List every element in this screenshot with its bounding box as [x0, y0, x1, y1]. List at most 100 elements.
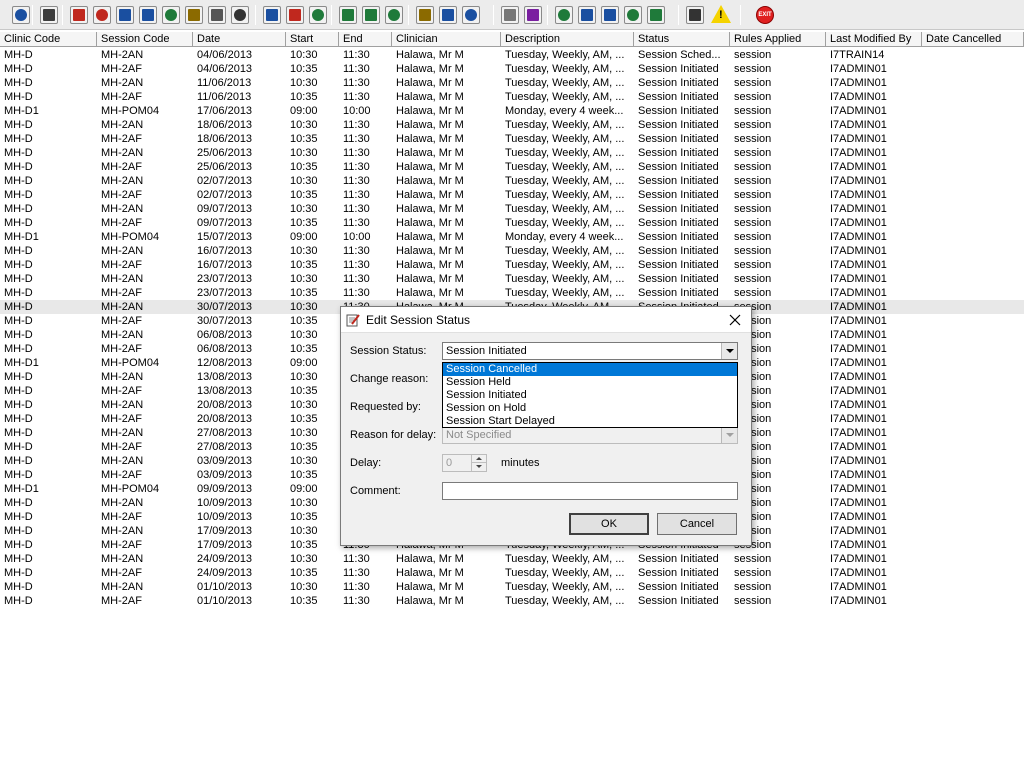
table-row[interactable]: MH-D MH-2AF 11/06/2013 10:35 11:30 Halawa, Mr… [0, 90, 1024, 104]
table-row[interactable]: MH-D MH-2AN 02/07/2013 10:30 11:30 Halawa, Mr… [0, 174, 1024, 188]
cell-description: Tuesday, Weekly, AM, ... [505, 91, 625, 103]
session-status-select[interactable]: Session Initiated [442, 342, 738, 360]
book-icon[interactable] [70, 6, 88, 24]
toolbar-glyph [43, 9, 55, 21]
table-row[interactable]: MH-D MH-2AF 02/07/2013 10:35 11:30 Halawa, Mr… [0, 188, 1024, 202]
person-outline-icon[interactable] [462, 6, 480, 24]
table-row[interactable]: MH-D MH-2AF 09/07/2013 10:35 11:30 Halawa, Mr… [0, 216, 1024, 230]
cell-session-code: MH-2AF [101, 315, 142, 327]
printer-icon[interactable] [40, 6, 58, 24]
status-option[interactable]: Session Held [443, 376, 737, 389]
comment-field[interactable] [442, 482, 738, 500]
page-icon[interactable] [501, 6, 519, 24]
table-row[interactable]: MH-D MH-2AN 23/07/2013 10:30 11:30 Halawa, Mr… [0, 272, 1024, 286]
status-option[interactable]: Session Cancelled [443, 363, 737, 376]
table-row[interactable]: MH-D MH-2AF 04/06/2013 10:35 11:30 Halawa, Mr… [0, 62, 1024, 76]
note-icon[interactable] [362, 6, 380, 24]
flag-icon[interactable] [231, 6, 249, 24]
delay-stepper[interactable]: 0 [442, 454, 487, 472]
table-row[interactable]: MH-D MH-2AF 18/06/2013 10:35 11:30 Halawa, Mr… [0, 132, 1024, 146]
cell-date: 01/10/2013 [197, 581, 253, 593]
table-row[interactable]: MH-D MH-2AF 23/07/2013 10:35 11:30 Halawa, Mr… [0, 286, 1024, 300]
checklist-search-icon[interactable] [647, 6, 665, 24]
cell-date-cancelled [926, 90, 1022, 104]
table-row[interactable]: MH-D1 MH-POM04 15/07/2013 09:00 10:00 Halawa,… [0, 230, 1024, 244]
m-letter-icon[interactable] [139, 6, 157, 24]
toolbar-glyph [15, 9, 27, 21]
table-row[interactable]: MH-D MH-2AF 25/06/2013 10:35 11:30 Halawa, Mr… [0, 160, 1024, 174]
cell-status: Session Initiated [638, 161, 719, 173]
table-row[interactable]: MH-D MH-2AN 18/06/2013 10:30 11:30 Halawa, Mr… [0, 118, 1024, 132]
cell-last-modified-by: I7TRAIN14 [830, 49, 885, 61]
chevron-down-icon[interactable] [721, 343, 737, 359]
card-icon[interactable] [208, 6, 226, 24]
notepad-icon[interactable] [185, 6, 203, 24]
toolbar-glyph [650, 9, 662, 21]
cell-session-code: MH-POM04 [101, 357, 160, 369]
person-icon[interactable] [162, 6, 180, 24]
table-row[interactable]: MH-D MH-2AF 24/09/2013 10:35 11:30 Halawa, Mr… [0, 566, 1024, 580]
table-row[interactable]: MH-D MH-2AN 09/07/2013 10:30 11:30 Halawa, Mr… [0, 202, 1024, 216]
session-status-dropdown: Session Cancelled Session Held Session Ini… [442, 362, 738, 428]
cell-session-code: MH-2AF [101, 259, 142, 271]
column-header-clinic-code[interactable]: Clinic Code [0, 32, 97, 47]
status-option[interactable]: Session Initiated [443, 389, 737, 402]
close-icon[interactable] [725, 310, 745, 330]
warning-icon[interactable]: ! [711, 5, 731, 23]
reason-for-delay-select[interactable]: Not Specified [442, 426, 738, 444]
cell-clinic-code: MH-D [4, 581, 33, 593]
swap-icon[interactable] [686, 6, 704, 24]
calendar-icon[interactable] [339, 6, 357, 24]
cancel-button[interactable]: Cancel [657, 513, 737, 535]
table-row[interactable]: MH-D MH-2AN 16/07/2013 10:30 11:30 Halawa, Mr… [0, 244, 1024, 258]
cell-start: 10:30 [290, 427, 318, 439]
column-header-rules-applied[interactable]: Rules Applied [730, 32, 826, 47]
cell-start: 10:35 [290, 189, 318, 201]
globe-icon[interactable] [555, 6, 573, 24]
spin-up-icon[interactable] [471, 455, 486, 463]
column-header-date[interactable]: Date [193, 32, 286, 47]
table-row[interactable]: MH-D MH-2AF 16/07/2013 10:35 11:30 Halawa, Mr… [0, 258, 1024, 272]
cell-start: 09:00 [290, 231, 318, 243]
column-header-end[interactable]: End [339, 32, 392, 47]
column-header-session-code[interactable]: Session Code [97, 32, 193, 47]
checklist-edit-icon[interactable] [601, 6, 619, 24]
column-header-start[interactable]: Start [286, 32, 339, 47]
checklist-arrow-icon[interactable] [624, 6, 642, 24]
toolbar-separator [547, 5, 548, 25]
car-icon[interactable] [439, 6, 457, 24]
report-icon[interactable] [116, 6, 134, 24]
ok-button[interactable]: OK [569, 513, 649, 535]
table-row[interactable]: MH-D MH-2AN 01/10/2013 10:30 11:30 Halawa, Mr… [0, 580, 1024, 594]
table-row[interactable]: MH-D MH-2AN 25/06/2013 10:30 11:30 Halawa, Mr… [0, 146, 1024, 160]
edit-document-icon[interactable] [93, 6, 111, 24]
table-row[interactable]: MH-D MH-2AN 11/06/2013 10:30 11:30 Halawa, Mr… [0, 76, 1024, 90]
column-header-last-modified-by[interactable]: Last Modified By [826, 32, 922, 47]
cell-clinic-code: MH-D [4, 511, 33, 523]
message-icon[interactable] [416, 6, 434, 24]
clock-icon[interactable] [286, 6, 304, 24]
cell-clinic-code: MH-D [4, 203, 33, 215]
search-document-icon[interactable] [263, 6, 281, 24]
status-option[interactable]: Session on Hold [443, 402, 737, 415]
status-option[interactable]: Session Start Delayed [443, 415, 737, 428]
chevron-down-icon[interactable] [721, 427, 737, 443]
alarm-icon[interactable] [385, 6, 403, 24]
table-row[interactable]: MH-D1 MH-POM04 17/06/2013 09:00 10:00 Halawa,… [0, 104, 1024, 118]
user-icon[interactable] [12, 6, 30, 24]
table-row[interactable]: MH-D MH-2AF 01/10/2013 10:35 11:30 Halawa, Mr… [0, 594, 1024, 608]
monitor-icon[interactable] [309, 6, 327, 24]
checklist-icon[interactable] [578, 6, 596, 24]
cell-clinic-code: MH-D [4, 273, 33, 285]
bar-chart-icon[interactable] [524, 6, 542, 24]
column-header-status[interactable]: Status [634, 32, 730, 47]
exit-button[interactable]: EXIT [756, 6, 774, 24]
cell-date: 12/08/2013 [197, 357, 253, 369]
spin-down-icon[interactable] [471, 463, 486, 471]
cell-end: 11:30 [343, 203, 370, 215]
column-header-clinician[interactable]: Clinician [392, 32, 501, 47]
column-header-description[interactable]: Description [501, 32, 634, 47]
table-row[interactable]: MH-D MH-2AN 24/09/2013 10:30 11:30 Halawa, Mr… [0, 552, 1024, 566]
table-row[interactable]: MH-D MH-2AN 04/06/2013 10:30 11:30 Halawa, Mr… [0, 48, 1024, 62]
column-header-date-cancelled[interactable]: Date Cancelled [922, 32, 1024, 47]
